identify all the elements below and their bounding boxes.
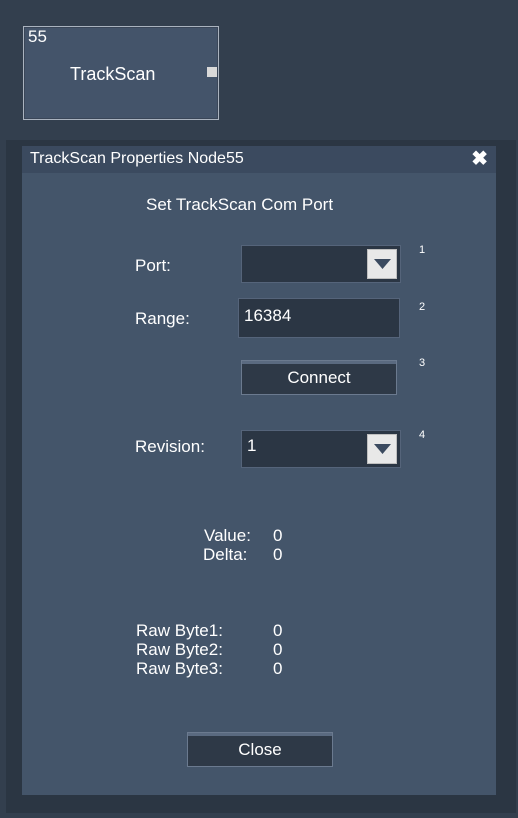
- raw-byte2-value: 0: [273, 640, 283, 659]
- port-dropdown[interactable]: [241, 245, 401, 283]
- trackscan-node[interactable]: 55 TrackScan: [23, 26, 219, 120]
- chevron-down-icon[interactable]: [367, 249, 397, 279]
- raw-byte1-label: Raw Byte1:: [136, 621, 223, 640]
- chevron-down-icon[interactable]: [367, 434, 397, 464]
- dialog-title: TrackScan Properties Node55: [30, 150, 244, 167]
- close-icon[interactable]: ✖: [471, 146, 488, 173]
- close-button[interactable]: Close: [187, 732, 333, 767]
- value-readout: 0: [273, 526, 283, 545]
- dialog-content: Set TrackScan Com Port Port: 1 Range: 16…: [22, 173, 496, 795]
- revision-value: 1: [247, 436, 257, 455]
- connect-button[interactable]: Connect: [241, 360, 397, 395]
- raw-byte1-value: 0: [273, 621, 283, 640]
- delta-label: Delta:: [203, 545, 248, 564]
- range-label: Range:: [135, 309, 190, 328]
- dialog-titlebar[interactable]: TrackScan Properties Node55 ✖: [22, 146, 496, 174]
- node-name: TrackScan: [70, 64, 156, 84]
- node-id: 55: [28, 27, 47, 46]
- dialog-heading: Set TrackScan Com Port: [146, 195, 334, 214]
- step-number-2: 2: [419, 301, 426, 313]
- raw-byte3-value: 0: [273, 659, 283, 678]
- step-number-4: 4: [419, 429, 426, 441]
- value-label: Value:: [204, 526, 251, 545]
- revision-label: Revision:: [135, 437, 205, 456]
- step-number-3: 3: [419, 357, 426, 369]
- revision-dropdown[interactable]: 1: [241, 430, 401, 468]
- node-output-port[interactable]: [207, 67, 217, 77]
- raw-byte3-label: Raw Byte3:: [136, 659, 223, 678]
- raw-byte2-label: Raw Byte2:: [136, 640, 223, 659]
- step-number-1: 1: [419, 244, 426, 256]
- range-input[interactable]: 16384: [238, 298, 400, 338]
- range-value: 16384: [244, 306, 292, 325]
- port-label: Port:: [135, 256, 171, 275]
- delta-readout: 0: [273, 545, 283, 564]
